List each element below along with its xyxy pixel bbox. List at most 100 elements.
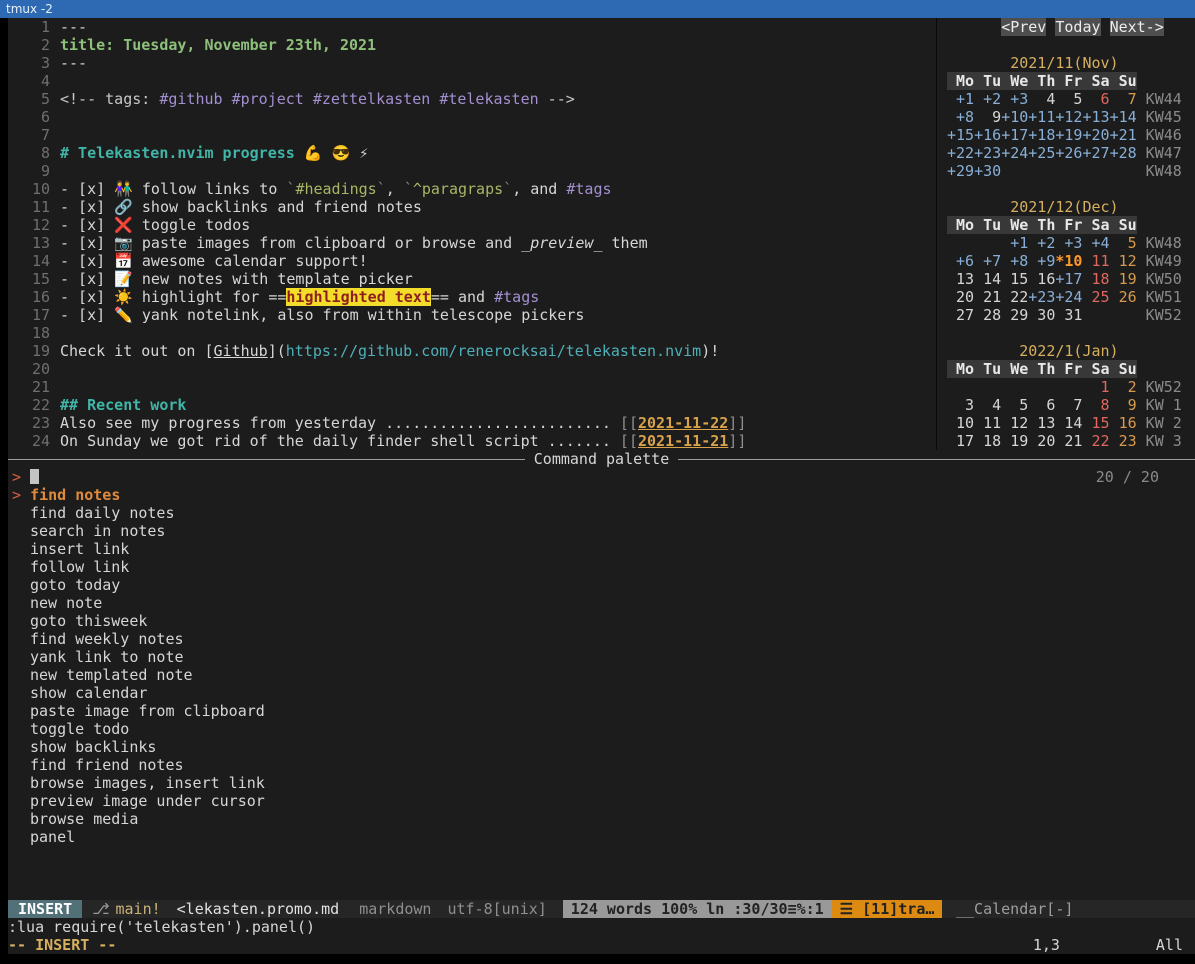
palette-item[interactable]: show calendar: [8, 684, 1195, 702]
calendar-day[interactable]: 11: [974, 414, 1001, 432]
calendar-day[interactable]: 18: [974, 432, 1001, 450]
github-url[interactable]: https://github.com/renerocksai/telekaste…: [286, 342, 701, 360]
calendar-day[interactable]: +28: [1110, 144, 1137, 162]
palette-item[interactable]: panel: [8, 828, 1195, 846]
calendar-day[interactable]: +20: [1082, 126, 1109, 144]
calendar-day[interactable]: +16: [974, 126, 1001, 144]
calendar-day[interactable]: +1: [947, 90, 974, 108]
calendar-day[interactable]: +23: [974, 144, 1001, 162]
calendar-day[interactable]: +24: [1001, 144, 1028, 162]
palette-item[interactable]: preview image under cursor: [8, 792, 1195, 810]
calendar-day[interactable]: *10: [1055, 252, 1082, 270]
calendar-day[interactable]: +17: [1055, 270, 1082, 288]
calendar-day[interactable]: 14: [974, 270, 1001, 288]
calendar-day[interactable]: +3: [1001, 90, 1028, 108]
calendar-day[interactable]: 6: [1028, 396, 1055, 414]
calendar-day[interactable]: 4: [974, 396, 1001, 414]
calendar-day[interactable]: +12: [1055, 108, 1082, 126]
calendar-day[interactable]: 30: [1028, 306, 1055, 324]
calendar-day[interactable]: +18: [1028, 126, 1055, 144]
calendar-day[interactable]: 26: [1110, 288, 1137, 306]
calendar-day[interactable]: 17: [947, 432, 974, 450]
calendar-day[interactable]: 10: [947, 414, 974, 432]
calendar-day[interactable]: 27: [947, 306, 974, 324]
palette-prompt[interactable]: > 20 / 20: [8, 468, 1195, 486]
calendar-day[interactable]: +25: [1028, 144, 1055, 162]
calendar-day[interactable]: +7: [974, 252, 1001, 270]
calendar-day[interactable]: +8: [947, 108, 974, 126]
calendar-day[interactable]: 21: [1055, 432, 1082, 450]
calendar-day[interactable]: 25: [1082, 288, 1109, 306]
calendar-day[interactable]: 31: [1055, 306, 1082, 324]
calendar-day[interactable]: 5: [1055, 90, 1082, 108]
calendar-day[interactable]: 29: [1001, 306, 1028, 324]
calendar-day[interactable]: +9: [1028, 252, 1055, 270]
calendar-day[interactable]: +29: [947, 162, 974, 180]
editor-pane[interactable]: 1---2title: Tuesday, November 23th, 2021…: [8, 18, 936, 450]
calendar-day[interactable]: +11: [1028, 108, 1055, 126]
calendar-day[interactable]: 20: [1028, 432, 1055, 450]
calendar-day[interactable]: +3: [1055, 234, 1082, 252]
calendar-day[interactable]: 14: [1055, 414, 1082, 432]
calendar-day[interactable]: 5: [1110, 234, 1137, 252]
palette-item[interactable]: find weekly notes: [8, 630, 1195, 648]
calendar-day[interactable]: +10: [1001, 108, 1028, 126]
calendar-day[interactable]: 1: [1082, 378, 1109, 396]
tag[interactable]: #tags: [566, 180, 611, 198]
wiki-link[interactable]: 2021-11-22: [638, 414, 728, 432]
tag[interactable]: #github: [159, 90, 222, 108]
calendar-day[interactable]: +23: [1028, 288, 1055, 306]
calendar-day[interactable]: 7: [1055, 396, 1082, 414]
palette-item[interactable]: browse media: [8, 810, 1195, 828]
calendar-day[interactable]: +4: [1082, 234, 1109, 252]
github-link[interactable]: Github: [214, 342, 268, 360]
palette-item-selected[interactable]: > find notes: [8, 486, 1195, 504]
calendar-day[interactable]: 16: [1028, 270, 1055, 288]
calendar-day[interactable]: +26: [1055, 144, 1082, 162]
calendar-day[interactable]: 3: [947, 396, 974, 414]
calendar-day[interactable]: +2: [974, 90, 1001, 108]
palette-item[interactable]: follow link: [8, 558, 1195, 576]
calendar-day[interactable]: 22: [1001, 288, 1028, 306]
calendar-day[interactable]: +21: [1110, 126, 1137, 144]
calendar-day[interactable]: 22: [1082, 432, 1109, 450]
calendar-day[interactable]: +2: [1028, 234, 1055, 252]
calendar-day[interactable]: 18: [1082, 270, 1109, 288]
calendar-day[interactable]: 13: [1028, 414, 1055, 432]
palette-item[interactable]: find daily notes: [8, 504, 1195, 522]
calendar-day[interactable]: 9: [974, 108, 1001, 126]
calendar-day[interactable]: 6: [1082, 90, 1109, 108]
calendar-day[interactable]: 21: [974, 288, 1001, 306]
calendar-day[interactable]: +6: [947, 252, 974, 270]
tag[interactable]: #tags: [494, 288, 539, 306]
calendar-day[interactable]: 19: [1001, 432, 1028, 450]
calendar-day[interactable]: 28: [974, 306, 1001, 324]
calendar-day[interactable]: +19: [1055, 126, 1082, 144]
palette-item[interactable]: goto thisweek: [8, 612, 1195, 630]
calendar-day[interactable]: 20: [947, 288, 974, 306]
calendar-day[interactable]: 5: [1001, 396, 1028, 414]
tag[interactable]: #zettelkasten: [313, 90, 430, 108]
wiki-link[interactable]: 2021-11-21: [638, 432, 728, 450]
calendar-day[interactable]: +24: [1055, 288, 1082, 306]
calendar-day[interactable]: +27: [1082, 144, 1109, 162]
calendar-day[interactable]: 23: [1110, 432, 1137, 450]
palette-item[interactable]: goto today: [8, 576, 1195, 594]
calendar-day[interactable]: +17: [1001, 126, 1028, 144]
palette-item[interactable]: new templated note: [8, 666, 1195, 684]
palette-item[interactable]: toggle todo: [8, 720, 1195, 738]
calendar-day[interactable]: +22: [947, 144, 974, 162]
calendar-day[interactable]: 2: [1110, 378, 1137, 396]
calendar-day[interactable]: +30: [974, 162, 1001, 180]
palette-item[interactable]: insert link: [8, 540, 1195, 558]
palette-item[interactable]: paste image from clipboard: [8, 702, 1195, 720]
palette-item[interactable]: new note: [8, 594, 1195, 612]
palette-item[interactable]: search in notes: [8, 522, 1195, 540]
calendar-day[interactable]: +13: [1082, 108, 1109, 126]
calendar-day[interactable]: 9: [1110, 396, 1137, 414]
calendar-day[interactable]: 16: [1110, 414, 1137, 432]
calendar-day[interactable]: 15: [1082, 414, 1109, 432]
calendar-next-button[interactable]: Next->: [1110, 18, 1164, 36]
palette-item[interactable]: show backlinks: [8, 738, 1195, 756]
calendar-day[interactable]: 13: [947, 270, 974, 288]
